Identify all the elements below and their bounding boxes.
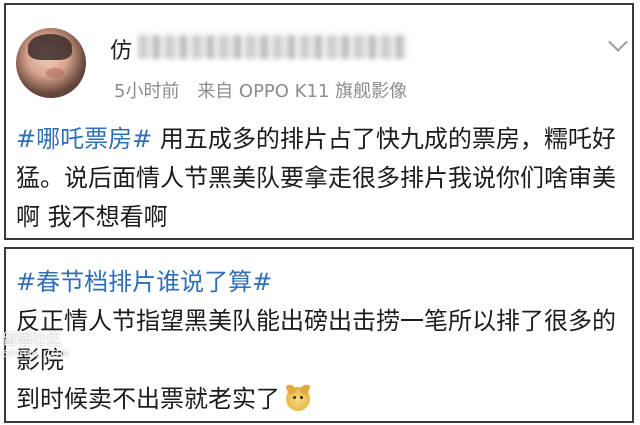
weibo-post-card-2: #春节档排片谁说了算# 反正情人节指望黑美队能出磅出击捞一笔所以排了很多的影院 …	[4, 247, 634, 423]
watermark: 留园社区 6PARK.COM	[2, 330, 97, 361]
chevron-down-icon[interactable]	[608, 32, 628, 52]
weibo-post-card-1: 仿 5小时前 来自 OPPO K11 旗舰影像 #哪吒票房# 用五成多的排片占了…	[4, 3, 634, 240]
avatar[interactable]	[16, 28, 86, 98]
hashtag-link[interactable]: #春节档排片谁说了算#	[16, 263, 628, 302]
hashtag-link[interactable]: #哪吒票房#	[16, 125, 152, 153]
post-body-line-1: 反正情人节指望黑美队能出磅出击捞一笔所以排了很多的影院	[16, 307, 616, 374]
post-meta: 5小时前 来自 OPPO K11 旗舰影像	[114, 77, 407, 103]
username[interactable]: 仿	[110, 33, 133, 65]
post-source: 来自 OPPO K11 旗舰影像	[197, 81, 408, 102]
watermark-url: 6PARK.COM	[2, 349, 70, 360]
blurred-username	[138, 35, 408, 59]
post-body: #哪吒票房# 用五成多的排片占了快九成的票房，糯吒好猛。说后面情人节黑美队要拿走…	[16, 120, 628, 237]
doge-emoji-icon	[286, 387, 310, 411]
post-body: #春节档排片谁说了算# 反正情人节指望黑美队能出磅出击捞一笔所以排了很多的影院 …	[16, 263, 628, 419]
post-time: 5小时前	[114, 81, 180, 102]
watermark-text: 留园社区	[2, 330, 63, 348]
post-body-line-2: 到时候卖不出票就老实了	[16, 380, 628, 419]
